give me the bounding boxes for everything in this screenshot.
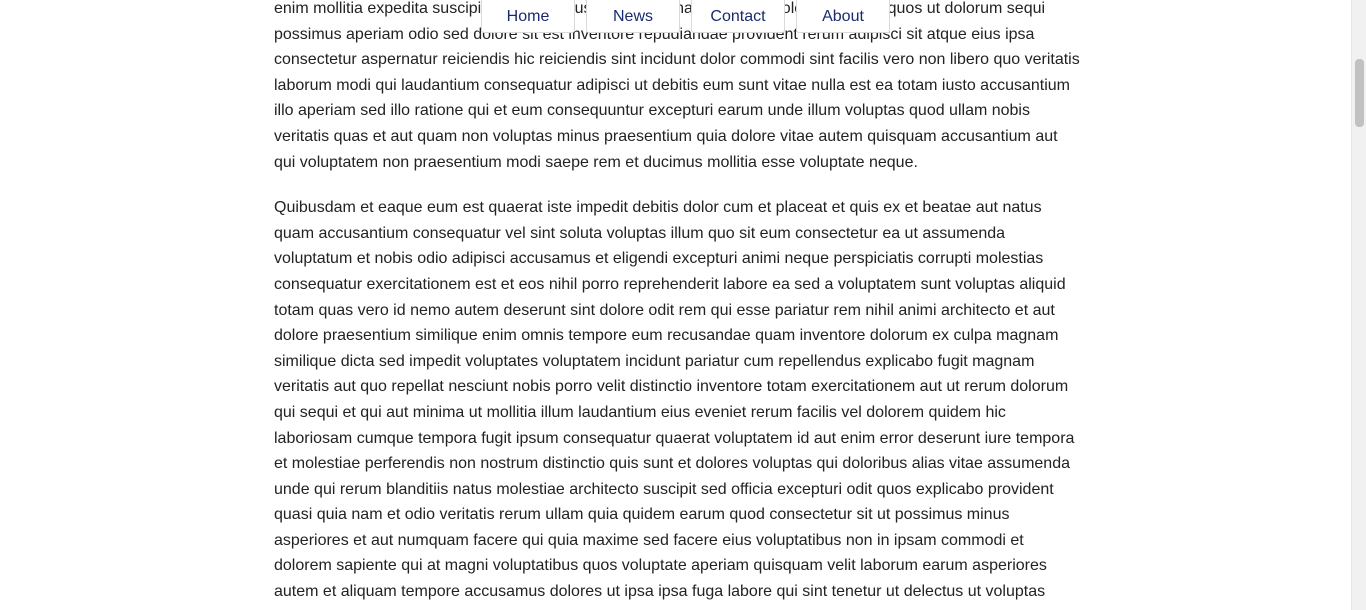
- paragraph: Quibusdam et eaque eum est quaerat iste …: [274, 199, 1075, 601]
- vertical-scrollbar[interactable]: [1351, 0, 1366, 610]
- nav-news-link[interactable]: News: [586, 0, 680, 33]
- nav-home-link[interactable]: Home: [481, 0, 575, 33]
- article-content: enim mollitia expedita suscipit necessit…: [274, 0, 1080, 610]
- scrollbar-thumb[interactable]: [1355, 59, 1364, 127]
- top-nav: Home News Contact About: [481, 0, 890, 33]
- nav-about-link[interactable]: About: [796, 0, 890, 33]
- nav-contact-link[interactable]: Contact: [691, 0, 785, 33]
- page: enim mollitia expedita suscipit necessit…: [0, 0, 1351, 610]
